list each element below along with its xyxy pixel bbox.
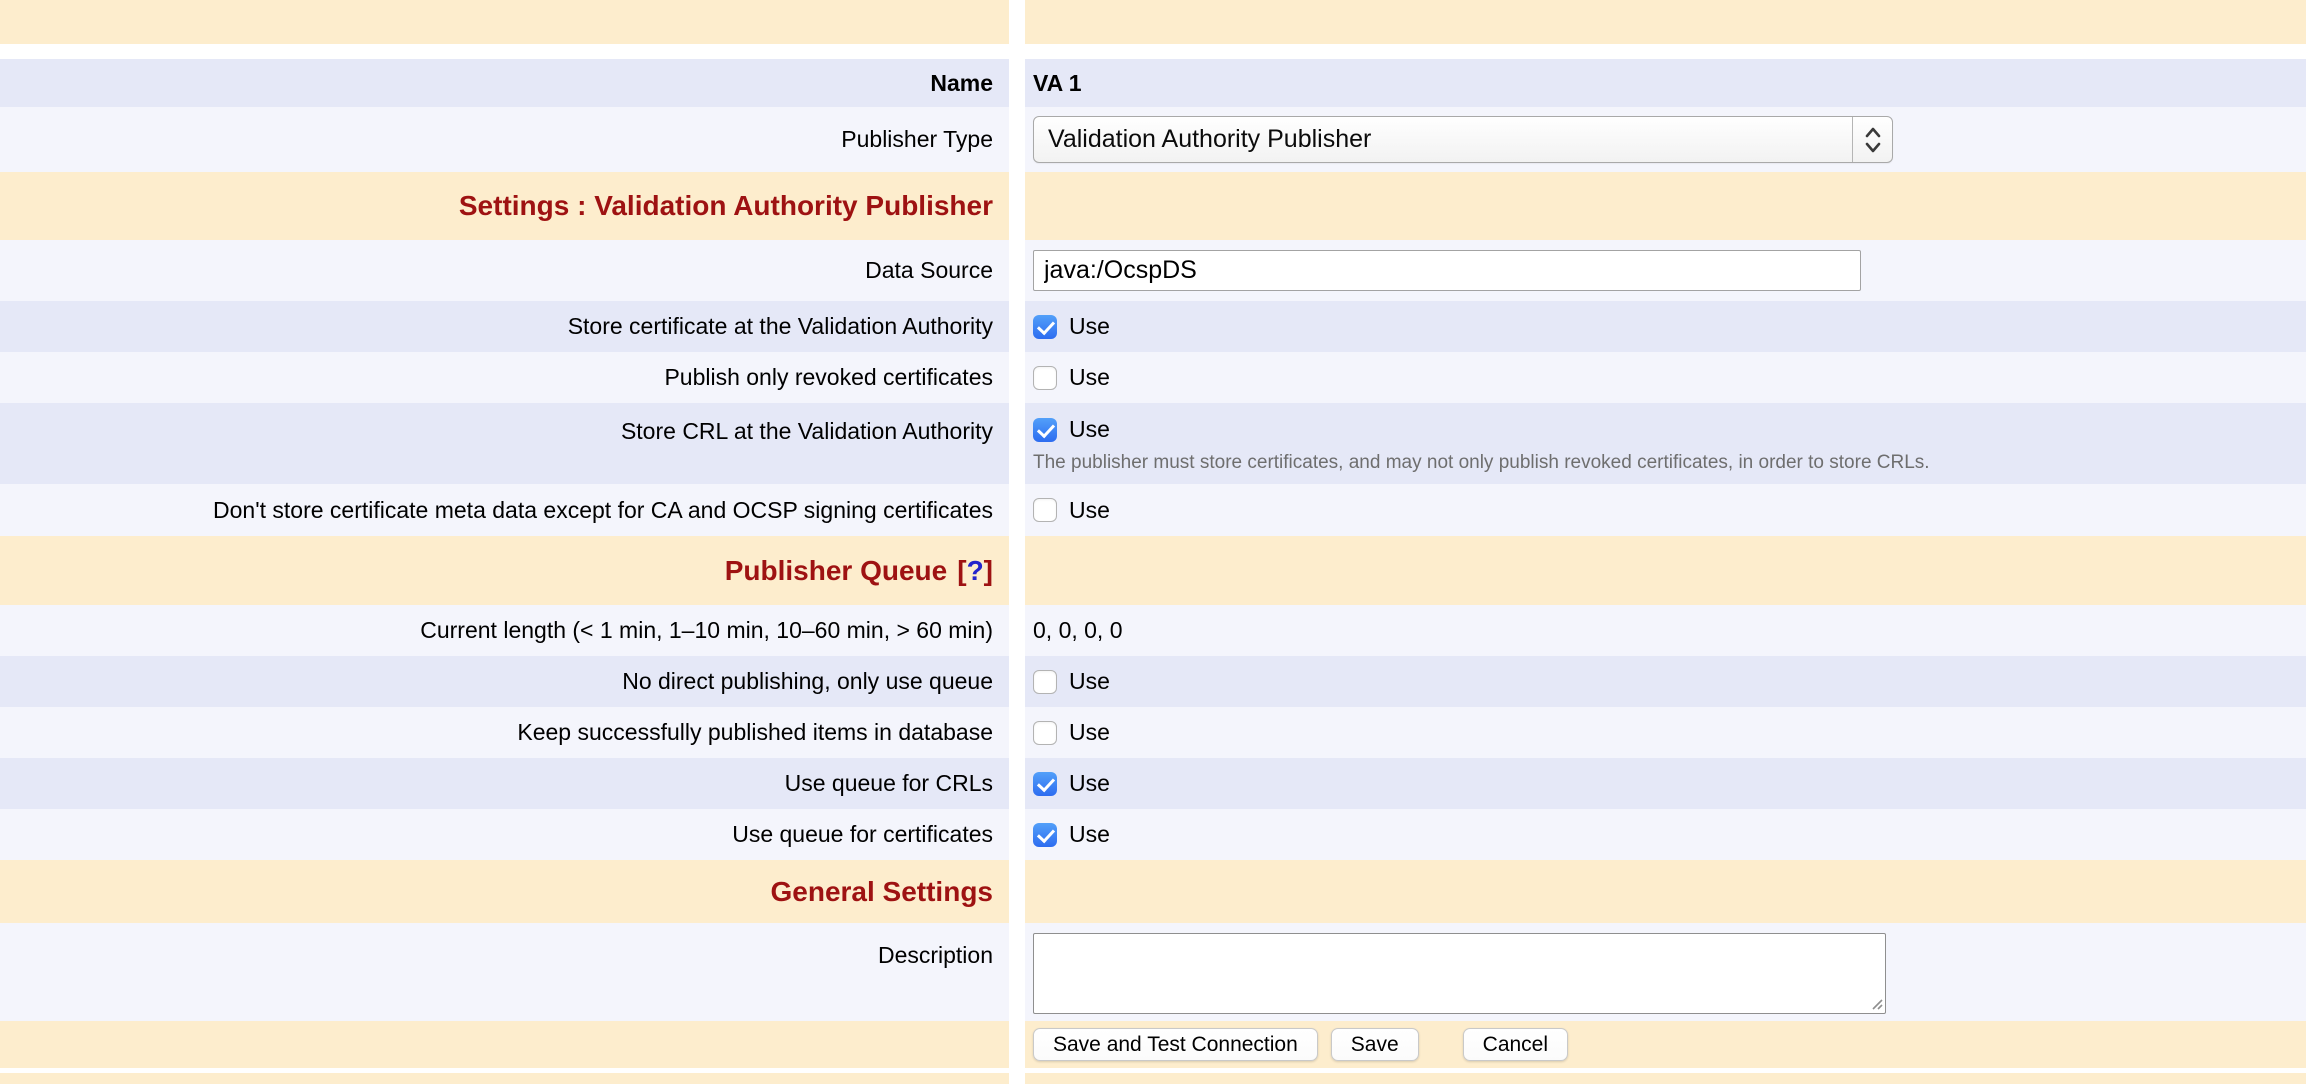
top-band-right: [1025, 0, 2306, 44]
bottom-band-left: [0, 1073, 1009, 1084]
publisher-type-select[interactable]: Validation Authority Publisher: [1033, 116, 1893, 163]
use-queue-crls-label: Use queue for CRLs: [785, 769, 993, 798]
section-header-spacer: [1025, 860, 2306, 923]
use-label: Use: [1069, 364, 1110, 391]
column-gap: [1009, 758, 1025, 809]
column-gap: [1009, 107, 1025, 172]
buttons-row-left: [0, 1021, 1009, 1068]
column-gap: [1009, 403, 1025, 484]
use-queue-certificates-label: Use queue for certificates: [732, 820, 993, 849]
data-source-input[interactable]: [1033, 250, 1861, 291]
publisher-queue-title-text: Publisher Queue: [725, 555, 948, 586]
column-gap: [1009, 1073, 1025, 1084]
column-gap: [1009, 605, 1025, 656]
publisher-queue-section-title: Publisher Queue [?]: [725, 554, 993, 588]
settings-section-title: Settings : Validation Authority Publishe…: [459, 189, 993, 223]
use-label: Use: [1069, 770, 1110, 797]
column-gap: [1009, 172, 1025, 240]
row-dont-store-meta: Don't store certificate meta data except…: [0, 484, 2306, 536]
current-length-value: 0, 0, 0, 0: [1033, 617, 1123, 644]
row-store-certificate: Store certificate at the Validation Auth…: [0, 301, 2306, 352]
column-gap: [1009, 484, 1025, 536]
row-current-length: Current length (< 1 min, 1–10 min, 10–60…: [0, 605, 2306, 656]
row-store-crl: Store CRL at the Validation Authority Us…: [0, 403, 2306, 484]
publish-only-revoked-label: Publish only revoked certificates: [664, 363, 993, 392]
no-direct-publishing-label: No direct publishing, only use queue: [622, 667, 993, 696]
use-queue-crls-checkbox[interactable]: [1033, 772, 1057, 796]
use-label: Use: [1069, 821, 1110, 848]
bottom-band-right: [1025, 1073, 2306, 1084]
row-keep-published-items: Keep successfully published items in dat…: [0, 707, 2306, 758]
store-crl-label: Store CRL at the Validation Authority: [621, 417, 993, 446]
no-direct-publishing-checkbox[interactable]: [1033, 670, 1057, 694]
use-label: Use: [1069, 497, 1110, 524]
save-and-test-connection-button[interactable]: Save and Test Connection: [1033, 1028, 1318, 1061]
data-source-label: Data Source: [865, 256, 993, 285]
page-gap: [0, 44, 2306, 59]
save-button[interactable]: Save: [1331, 1028, 1419, 1061]
store-certificate-checkbox[interactable]: [1033, 315, 1057, 339]
row-description: Description: [0, 923, 2306, 1021]
dont-store-meta-checkbox[interactable]: [1033, 498, 1057, 522]
current-length-label: Current length (< 1 min, 1–10 min, 10–60…: [420, 616, 993, 645]
publisher-type-selected-value: Validation Authority Publisher: [1034, 125, 1852, 154]
row-name: Name VA 1: [0, 59, 2306, 107]
store-crl-note: The publisher must store certificates, a…: [1033, 452, 1930, 474]
use-label: Use: [1069, 416, 1110, 443]
description-textarea[interactable]: [1033, 933, 1886, 1014]
name-value: VA 1: [1033, 70, 1082, 97]
column-gap: [1009, 860, 1025, 923]
row-no-direct-publishing: No direct publishing, only use queue Use: [0, 656, 2306, 707]
column-gap: [1009, 536, 1025, 605]
row-use-queue-certificates: Use queue for certificates Use: [0, 809, 2306, 860]
bracket-close: ]: [984, 555, 993, 586]
use-queue-certificates-checkbox[interactable]: [1033, 823, 1057, 847]
column-gap: [1009, 656, 1025, 707]
name-label: Name: [930, 69, 993, 98]
publisher-queue-help-link[interactable]: ?: [967, 555, 984, 586]
column-gap: [1009, 809, 1025, 860]
column-gap: [1009, 301, 1025, 352]
bracket-open: [: [957, 555, 966, 586]
store-certificate-label: Store certificate at the Validation Auth…: [568, 312, 993, 341]
row-use-queue-crls: Use queue for CRLs Use: [0, 758, 2306, 809]
section-header-general-settings: General Settings: [0, 860, 2306, 923]
dont-store-meta-label: Don't store certificate meta data except…: [213, 496, 993, 525]
section-header-spacer: [1025, 172, 2306, 240]
column-gap: [1009, 923, 1025, 1021]
column-gap: [1009, 240, 1025, 301]
row-publish-only-revoked: Publish only revoked certificates Use: [0, 352, 2306, 403]
section-header-settings: Settings : Validation Authority Publishe…: [0, 172, 2306, 240]
bottom-band: [0, 1073, 2306, 1084]
top-band-left: [0, 0, 1009, 44]
row-action-buttons: Save and Test Connection Save Cancel: [0, 1021, 2306, 1068]
general-settings-section-title: General Settings: [770, 875, 993, 909]
use-label: Use: [1069, 668, 1110, 695]
use-label: Use: [1069, 719, 1110, 746]
keep-published-items-label: Keep successfully published items in dat…: [517, 718, 993, 747]
column-gap: [1009, 1021, 1025, 1068]
row-data-source: Data Source: [0, 240, 2306, 301]
store-crl-checkbox[interactable]: [1033, 418, 1057, 442]
cancel-button[interactable]: Cancel: [1463, 1028, 1568, 1061]
use-label: Use: [1069, 313, 1110, 340]
select-stepper-icon: [1852, 117, 1892, 162]
description-label: Description: [878, 941, 993, 970]
keep-published-items-checkbox[interactable]: [1033, 721, 1057, 745]
column-gap: [1009, 707, 1025, 758]
section-header-spacer: [1025, 536, 2306, 605]
column-gap: [1009, 0, 1025, 44]
row-publisher-type: Publisher Type Validation Authority Publ…: [0, 107, 2306, 172]
column-gap: [1009, 352, 1025, 403]
publish-only-revoked-checkbox[interactable]: [1033, 366, 1057, 390]
column-gap: [1009, 59, 1025, 107]
top-band: [0, 0, 2306, 44]
publisher-type-label: Publisher Type: [841, 125, 993, 154]
section-header-publisher-queue: Publisher Queue [?]: [0, 536, 2306, 605]
